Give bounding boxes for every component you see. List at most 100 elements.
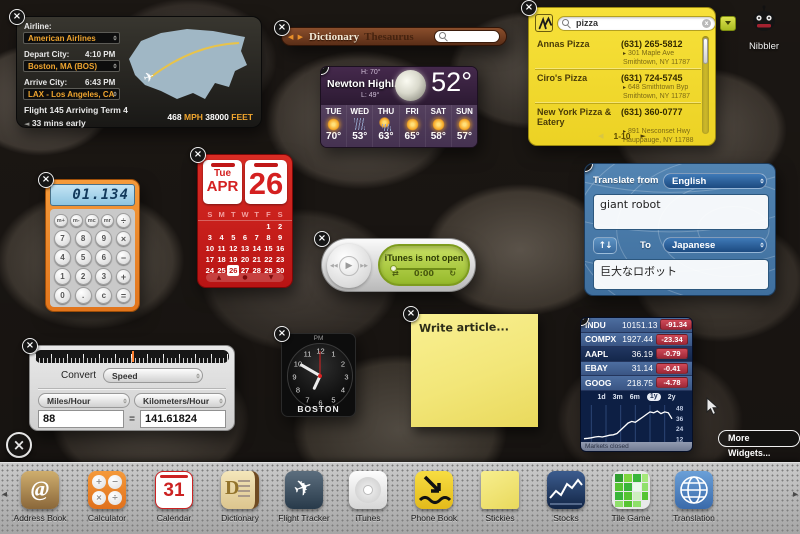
sticky-note-text[interactable]: Write article... <box>411 313 538 342</box>
calendar-day-15[interactable]: 15 <box>263 243 275 254</box>
dock-item-calendar[interactable]: 31 Calendar <box>142 471 206 523</box>
swap-languages-button[interactable]: ↑↓ <box>593 237 617 254</box>
calc-key-7[interactable]: 7 <box>54 230 71 247</box>
calendar-day-21[interactable]: 21 <box>251 254 263 265</box>
calc-key-m+[interactable]: m+ <box>54 214 68 228</box>
calendar-day-19[interactable]: 19 <box>227 254 239 265</box>
list-item[interactable]: Annas Pizza(631) 265-5812 ▸301 Maple Ave… <box>535 36 701 69</box>
calc-key-=[interactable]: = <box>116 288 131 303</box>
tab-dictionary[interactable]: Dictionary <box>309 31 359 43</box>
range-3m-button[interactable]: 3m <box>613 394 623 401</box>
phone-book-search-field[interactable]: x <box>557 16 716 31</box>
category-dropdown[interactable]: Speed <box>103 368 203 383</box>
calc-key-c[interactable]: c <box>95 287 112 304</box>
close-widget-bar-button[interactable]: × <box>6 432 32 458</box>
calendar-day-2[interactable]: 2 <box>274 221 286 232</box>
range-1d-button[interactable]: 1d <box>597 394 605 401</box>
dock-item-calculator[interactable]: +− ×÷ Calculator <box>75 471 139 523</box>
close-phone-book-button[interactable]: × <box>521 0 537 16</box>
calc-key-1[interactable]: 1 <box>54 268 71 285</box>
list-item[interactable]: Ciro's Pizza(631) 724-5745 ▸648 Smithtow… <box>535 69 701 103</box>
stock-row[interactable]: GOOG218.75-4.78 <box>581 376 692 391</box>
calendar-day-3[interactable]: 3 <box>204 232 216 243</box>
stock-row[interactable]: COMPX1927.44-23.34 <box>581 333 692 348</box>
calendar-day-11[interactable]: 11 <box>216 243 228 254</box>
prev-page-icon[interactable]: ◀ <box>598 132 603 140</box>
calc-key-8[interactable]: 8 <box>75 230 92 247</box>
calendar-day-8[interactable]: 8 <box>263 232 275 243</box>
calc-key-0[interactable]: 0 <box>54 287 71 304</box>
calc-key-−[interactable]: − <box>116 250 131 265</box>
dock-item-tile-game[interactable]: Tile Game <box>599 471 663 523</box>
calendar-prev-button[interactable]: ▲ <box>217 275 222 281</box>
depart-city-dropdown[interactable]: Boston, MA (BOS) <box>23 60 120 72</box>
dictionary-search-input[interactable] <box>450 31 496 42</box>
calendar-day-4[interactable]: 4 <box>216 232 228 243</box>
scrollbar[interactable] <box>702 36 709 134</box>
calendar-day-18[interactable]: 18 <box>216 254 228 265</box>
calendar-day-5[interactable]: 5 <box>227 232 239 243</box>
close-itunes-button[interactable]: × <box>314 231 330 247</box>
stock-row[interactable]: INDU10151.13-91.34 <box>581 318 692 333</box>
calc-key-6[interactable]: 6 <box>95 249 112 266</box>
range-2y-button[interactable]: 2y <box>668 394 676 401</box>
calc-key-9[interactable]: 9 <box>95 230 112 247</box>
calc-key-5[interactable]: 5 <box>75 249 92 266</box>
dock-item-itunes[interactable]: iTunes <box>336 471 400 523</box>
stock-row-selected[interactable]: AAPL36.19-0.79 <box>581 347 692 362</box>
calc-key-+[interactable]: + <box>116 269 131 284</box>
nibbler-widget[interactable]: Nibbler <box>740 5 788 52</box>
dictionary-nav-arrows-icon[interactable]: ◀ ▶ <box>288 33 304 41</box>
scroll-left-icon[interactable]: ◂ <box>2 489 7 500</box>
tab-thesaurus[interactable]: Thesaurus <box>364 31 414 43</box>
calc-key-2[interactable]: 2 <box>75 268 92 285</box>
calendar-day-17[interactable]: 17 <box>204 254 216 265</box>
calendar-day-16[interactable]: 16 <box>274 243 286 254</box>
from-language-dropdown[interactable]: English <box>663 173 767 189</box>
repeat-icon[interactable]: ↻ <box>449 269 456 278</box>
arrive-city-dropdown[interactable]: LAX - Los Angeles, CA <box>23 88 120 100</box>
to-unit-dropdown[interactable]: Kilometers/Hour <box>134 393 226 408</box>
range-1y-button[interactable]: 1y <box>647 393 661 401</box>
calc-key-×[interactable]: × <box>116 231 131 246</box>
from-unit-dropdown[interactable]: Miles/Hour <box>38 393 130 408</box>
calc-key-mc[interactable]: mc <box>85 214 99 228</box>
rewind-icon[interactable]: ◀◀ <box>330 263 338 269</box>
source-text-area[interactable]: giant robot <box>593 194 769 230</box>
calc-key-.[interactable]: . <box>75 287 92 304</box>
category-dropdown-button[interactable] <box>720 16 736 31</box>
calc-key-3[interactable]: 3 <box>95 268 112 285</box>
calendar-next-button[interactable]: ▼ <box>269 275 274 281</box>
calendar-day-13[interactable]: 13 <box>239 243 251 254</box>
stock-row[interactable]: EBAY31.14-0.41 <box>581 362 692 377</box>
airline-dropdown[interactable]: American Airlines <box>23 32 120 44</box>
dictionary-search-field[interactable] <box>434 30 500 43</box>
calendar-day-14[interactable]: 14 <box>251 243 263 254</box>
next-page-icon[interactable]: ► <box>641 132 646 140</box>
play-button[interactable]: ▶ <box>339 256 359 276</box>
calc-key-mr[interactable]: mr <box>101 214 115 228</box>
calendar-day-9[interactable]: 9 <box>274 232 286 243</box>
scroll-right-icon[interactable]: ▸ <box>793 489 798 500</box>
dock-item-flight-tracker[interactable]: ✈ Flight Tracker <box>272 471 336 523</box>
dock-item-dictionary[interactable]: D Dictionary <box>208 471 272 523</box>
calendar-day-22[interactable]: 22 <box>263 254 275 265</box>
calc-key-4[interactable]: 4 <box>54 249 71 266</box>
calendar-day-6[interactable]: 6 <box>239 232 251 243</box>
phone-book-search-input[interactable] <box>574 17 699 29</box>
more-widgets-button[interactable]: More Widgets... <box>718 430 800 447</box>
calendar-day-23[interactable]: 23 <box>274 254 286 265</box>
clear-search-icon[interactable]: x <box>702 19 711 28</box>
close-calculator-button[interactable]: × <box>38 172 54 188</box>
close-converter-button[interactable]: × <box>22 338 38 354</box>
scrollbar-thumb[interactable] <box>703 38 708 64</box>
calendar-day-20[interactable]: 20 <box>239 254 251 265</box>
fast-forward-icon[interactable]: ▶▶ <box>360 263 368 269</box>
close-stickies-button[interactable]: × <box>403 306 419 322</box>
dock-item-phone-book[interactable]: Phone Book <box>402 471 466 523</box>
dock-item-stickies[interactable]: Stickies <box>468 471 532 523</box>
calendar-today-button[interactable]: ● <box>242 275 247 281</box>
calendar-day-10[interactable]: 10 <box>204 243 216 254</box>
range-6m-button[interactable]: 6m <box>630 394 640 401</box>
close-flight-tracker-button[interactable]: × <box>9 9 25 25</box>
